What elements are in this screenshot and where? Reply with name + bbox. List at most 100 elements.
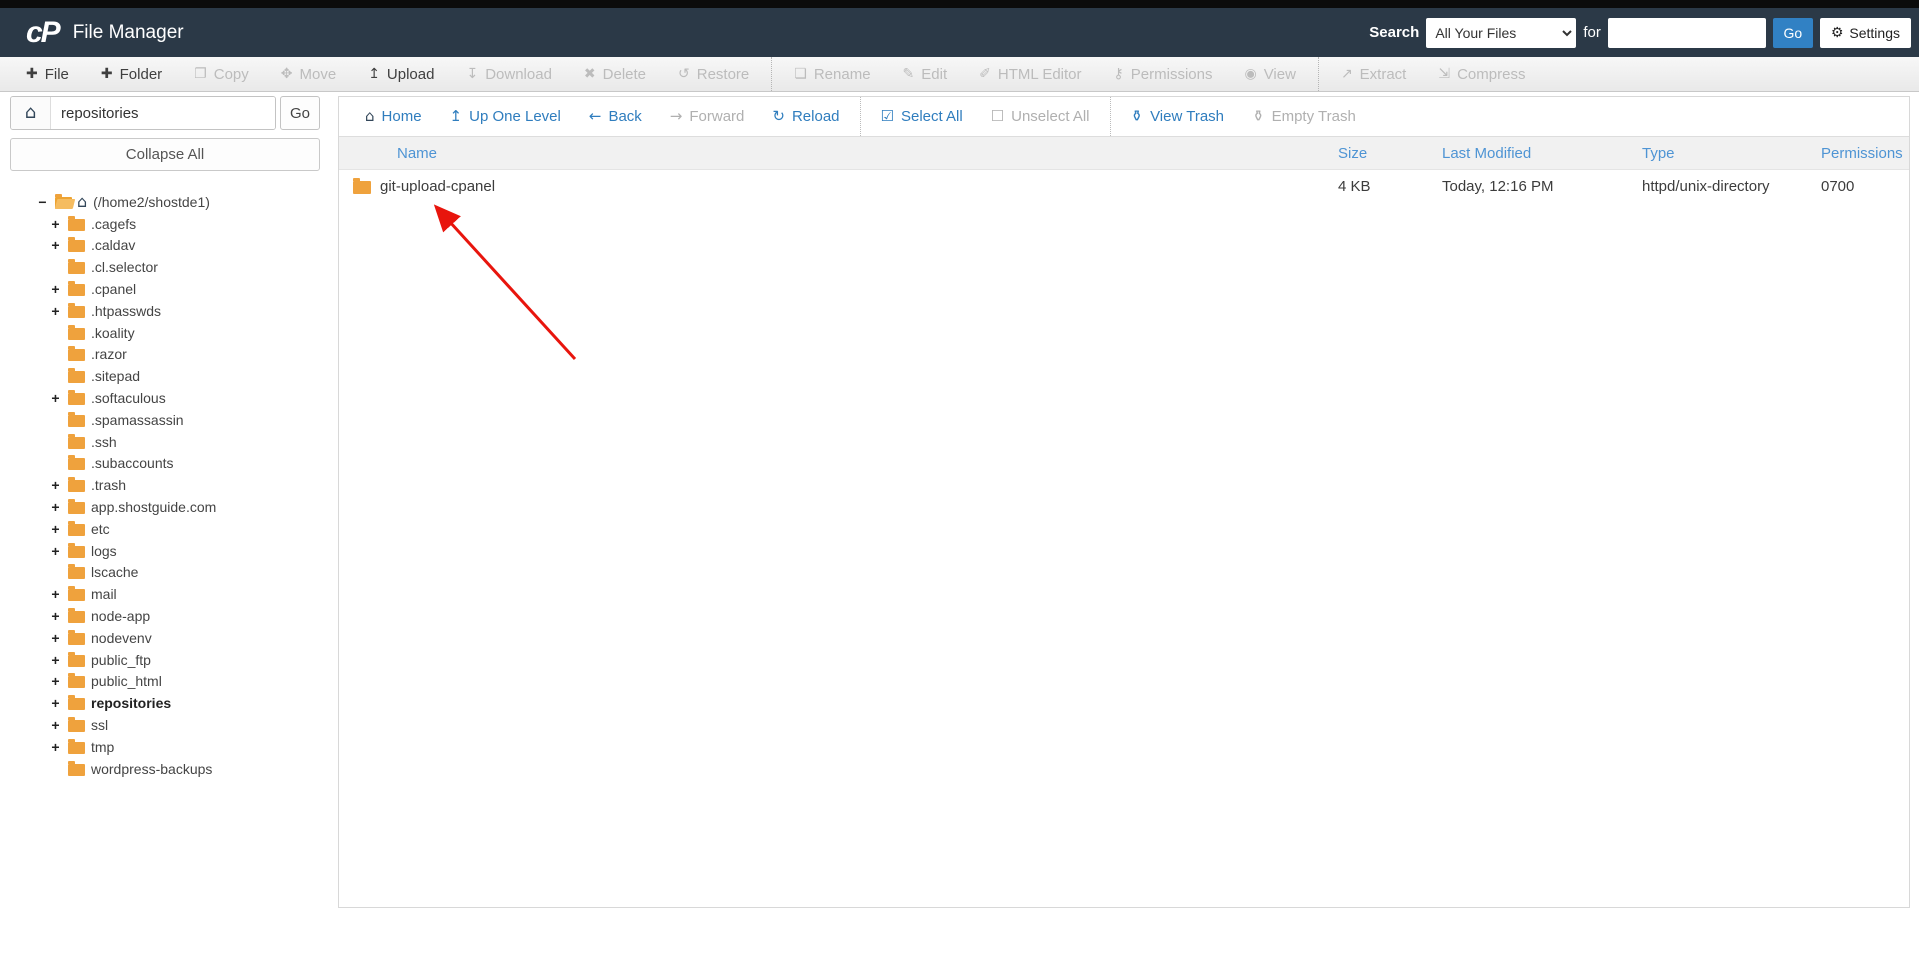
tree-item[interactable]: + ⌂ mail — [49, 583, 330, 605]
column-header-permissions[interactable]: Permissions — [1821, 145, 1909, 162]
nav-button-label: View Trash — [1150, 108, 1225, 125]
column-header-size[interactable]: Size — [1338, 145, 1442, 162]
tree-item-label: repositories — [91, 695, 172, 712]
column-header-type[interactable]: Type — [1642, 145, 1821, 162]
tree-item[interactable]: + ⌂ tmp — [49, 736, 330, 758]
view-icon: ◉ — [1244, 66, 1257, 82]
toolbar-button[interactable]: ↥ Upload — [352, 57, 450, 91]
tree-item[interactable]: + ⌂ .htpasswds — [49, 300, 330, 322]
file-permissions: 0700 — [1821, 178, 1855, 195]
nav-button-label: Home — [381, 108, 422, 125]
tree-expander[interactable]: + — [49, 630, 62, 646]
tree-item[interactable]: + ⌂ nodevenv — [49, 627, 330, 649]
path-input-group: ⌂ — [10, 96, 276, 130]
tree-expander[interactable]: + — [49, 586, 62, 602]
tree-item[interactable]: ⌂ .koality — [49, 322, 330, 344]
tree-item[interactable]: + ⌂ .caldav — [49, 235, 330, 257]
folder-icon — [68, 564, 85, 580]
collapse-all-button[interactable]: Collapse All — [10, 138, 320, 171]
file-name-cell[interactable]: git-upload-cpanel — [339, 178, 1338, 195]
tree-expander[interactable]: + — [49, 673, 62, 689]
tree-item[interactable]: ⌂ .razor — [49, 344, 330, 366]
tree-expander[interactable]: + — [49, 652, 62, 668]
file-type: httpd/unix-directory — [1642, 178, 1770, 195]
tree-item[interactable]: + ⌂ .cpanel — [49, 278, 330, 300]
tree-item[interactable]: + ⌂ .trash — [49, 474, 330, 496]
toolbar-button-label: View — [1263, 65, 1296, 83]
tree-item[interactable]: ⌂ wordpress-backups — [49, 758, 330, 780]
settings-button[interactable]: ⚙ Settings — [1819, 17, 1911, 48]
tree-expander[interactable]: + — [49, 521, 62, 537]
nav-button[interactable]: ↻ Reload — [758, 97, 853, 136]
tree-item-label: .subaccounts — [91, 455, 174, 472]
tree-item[interactable]: + ⌂ .softaculous — [49, 387, 330, 409]
tree-item-label: node-app — [91, 608, 151, 625]
tree-item[interactable]: + ⌂ repositories — [49, 692, 330, 714]
table-row[interactable]: git-upload-cpanel 4 KB Today, 12:16 PM h… — [339, 170, 1909, 203]
sidebar: ⌂ Go Collapse All − ⌂ (/home2/shostde1) … — [0, 96, 330, 780]
folder-icon — [68, 411, 85, 427]
tree-expander[interactable]: + — [49, 390, 62, 406]
folder-icon — [68, 586, 85, 602]
tree-item-label: .cagefs — [91, 215, 137, 232]
toolbar-button[interactable]: ✚ Folder — [85, 57, 178, 91]
path-go-button[interactable]: Go — [280, 96, 320, 130]
toolbar-button: ⇲ Compress — [1422, 57, 1541, 91]
toolbar-button: ✖ Delete — [568, 57, 662, 91]
tree-item[interactable]: + ⌂ app.shostguide.com — [49, 496, 330, 518]
toolbar-button-label: Compress — [1457, 65, 1526, 83]
tree-expander[interactable]: + — [49, 608, 62, 624]
toolbar-button-label: Download — [485, 65, 552, 83]
tree-item[interactable]: ⌂ .subaccounts — [49, 453, 330, 475]
tree-item[interactable]: + ⌂ public_ftp — [49, 649, 330, 671]
tree-item[interactable]: + ⌂ etc — [49, 518, 330, 540]
nav-button: ☐ Unselect All — [977, 97, 1104, 136]
page-title: File Manager — [72, 21, 184, 43]
column-header-last-modified[interactable]: Last Modified — [1442, 145, 1642, 162]
nav-button-label: Reload — [791, 108, 840, 125]
tree-expander[interactable]: + — [49, 717, 62, 733]
search-go-button[interactable]: Go — [1772, 17, 1813, 48]
toolbar-button[interactable]: ✚ File — [10, 57, 85, 91]
tree-item[interactable]: ⌂ .sitepad — [49, 365, 330, 387]
tree-item[interactable]: + ⌂ node-app — [49, 605, 330, 627]
tree-item[interactable]: + ⌂ .cagefs — [49, 213, 330, 235]
tree-expander[interactable]: − — [36, 194, 49, 210]
toolbar-button: ◉ View — [1228, 57, 1311, 91]
folder-icon — [68, 302, 85, 318]
column-header-name[interactable]: Name — [339, 145, 1338, 162]
folder-icon — [68, 390, 85, 406]
nav-button[interactable]: ↥ Up One Level — [436, 97, 575, 136]
tree-item[interactable]: ⌂ .spamassassin — [49, 409, 330, 431]
tree-item[interactable]: ⌂ .cl.selector — [49, 256, 330, 278]
tree-item[interactable]: − ⌂ (/home2/shostde1) — [36, 191, 330, 213]
file-size: 4 KB — [1338, 178, 1371, 195]
toolbar-button-label: Move — [299, 65, 337, 83]
tree-item[interactable]: ⌂ .ssh — [49, 431, 330, 453]
tree-expander[interactable]: + — [49, 237, 62, 253]
nav-button[interactable]: ☑ Select All — [859, 97, 977, 136]
tree-expander[interactable]: + — [49, 499, 62, 515]
tree-expander[interactable]: + — [49, 543, 62, 559]
tree-expander[interactable]: + — [49, 739, 62, 755]
tree-item-label: .htpasswds — [91, 302, 162, 319]
tree-item[interactable]: + ⌂ ssl — [49, 714, 330, 736]
search-scope-select[interactable]: All Your Files — [1426, 17, 1577, 48]
path-input[interactable] — [51, 97, 275, 129]
search-input[interactable] — [1607, 17, 1766, 48]
main-area: ⌂ Home ↥ Up One Level ← Back → Forward ↻… — [338, 96, 1910, 908]
tree-item[interactable]: ⌂ lscache — [49, 562, 330, 584]
tree-expander[interactable]: + — [49, 477, 62, 493]
tree-item[interactable]: + ⌂ public_html — [49, 671, 330, 693]
tree-expander[interactable]: + — [49, 303, 62, 319]
tree-expander[interactable]: + — [49, 695, 62, 711]
nav-button: ⚱ Empty Trash — [1238, 97, 1370, 136]
path-home-button[interactable]: ⌂ — [11, 97, 51, 129]
tree-item[interactable]: + ⌂ logs — [49, 540, 330, 562]
tree-expander[interactable]: + — [49, 216, 62, 232]
nav-button[interactable]: ⌂ Home — [351, 97, 436, 136]
tree-expander[interactable]: + — [49, 281, 62, 297]
nav-button[interactable]: ← Back — [575, 97, 656, 136]
nav-button[interactable]: ⚱ View Trash — [1109, 97, 1239, 136]
tree-item-label: .razor — [91, 346, 127, 363]
